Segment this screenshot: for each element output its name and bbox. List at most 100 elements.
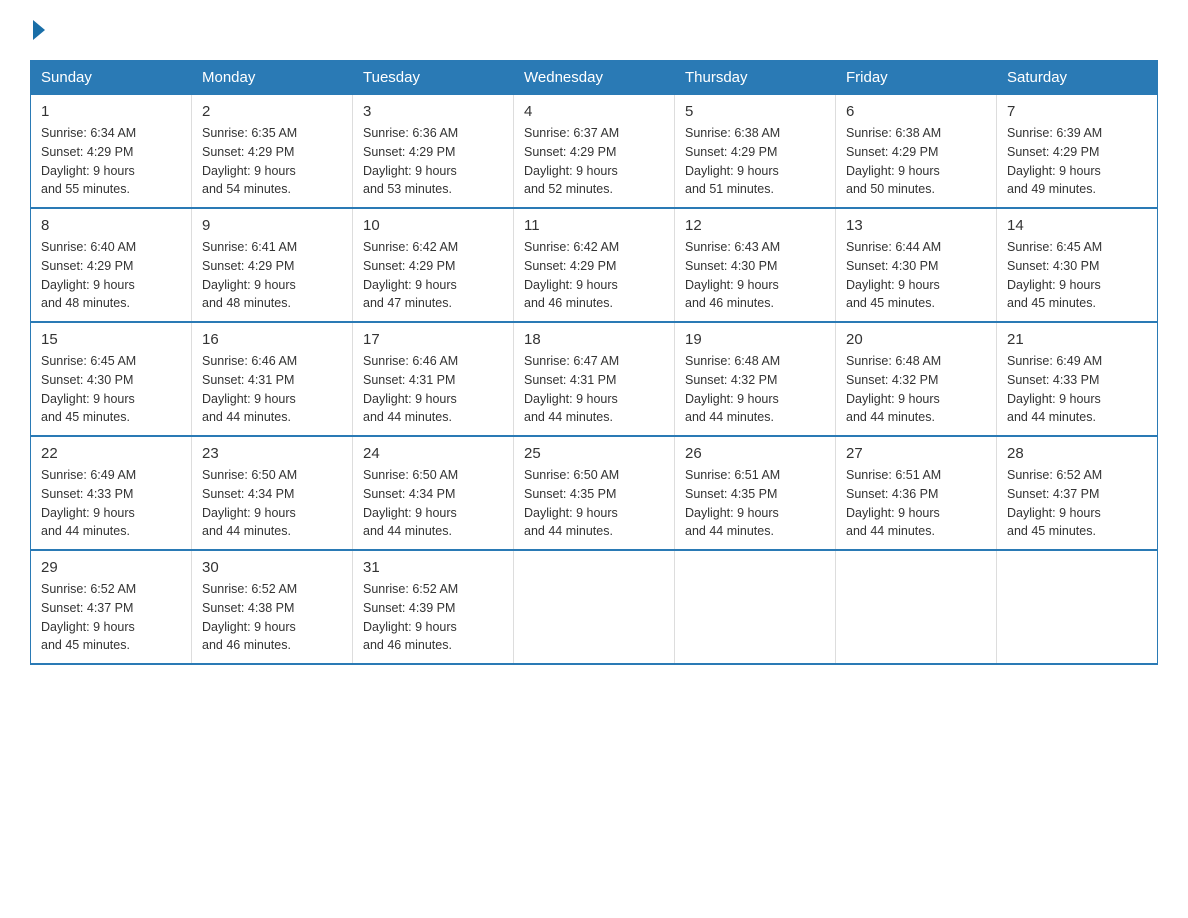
- logo-arrow-icon: [33, 20, 45, 40]
- calendar-cell: 29 Sunrise: 6:52 AM Sunset: 4:37 PM Dayl…: [31, 550, 192, 664]
- calendar-cell: 23 Sunrise: 6:50 AM Sunset: 4:34 PM Dayl…: [192, 436, 353, 550]
- day-number: 17: [363, 331, 503, 348]
- calendar-cell: 20 Sunrise: 6:48 AM Sunset: 4:32 PM Dayl…: [836, 322, 997, 436]
- day-number: 29: [41, 559, 181, 576]
- calendar-cell: 5 Sunrise: 6:38 AM Sunset: 4:29 PM Dayli…: [675, 95, 836, 209]
- day-info: Sunrise: 6:50 AM Sunset: 4:34 PM Dayligh…: [363, 466, 503, 541]
- day-info: Sunrise: 6:42 AM Sunset: 4:29 PM Dayligh…: [524, 238, 664, 313]
- calendar-cell: 24 Sunrise: 6:50 AM Sunset: 4:34 PM Dayl…: [353, 436, 514, 550]
- day-info: Sunrise: 6:36 AM Sunset: 4:29 PM Dayligh…: [363, 124, 503, 199]
- calendar-cell: 21 Sunrise: 6:49 AM Sunset: 4:33 PM Dayl…: [997, 322, 1158, 436]
- day-info: Sunrise: 6:51 AM Sunset: 4:36 PM Dayligh…: [846, 466, 986, 541]
- day-number: 9: [202, 217, 342, 234]
- day-number: 4: [524, 103, 664, 120]
- day-info: Sunrise: 6:43 AM Sunset: 4:30 PM Dayligh…: [685, 238, 825, 313]
- col-tuesday: Tuesday: [353, 61, 514, 95]
- calendar-cell: 14 Sunrise: 6:45 AM Sunset: 4:30 PM Dayl…: [997, 208, 1158, 322]
- day-number: 26: [685, 445, 825, 462]
- day-info: Sunrise: 6:38 AM Sunset: 4:29 PM Dayligh…: [685, 124, 825, 199]
- col-sunday: Sunday: [31, 61, 192, 95]
- calendar-cell: 11 Sunrise: 6:42 AM Sunset: 4:29 PM Dayl…: [514, 208, 675, 322]
- day-number: 14: [1007, 217, 1147, 234]
- day-number: 16: [202, 331, 342, 348]
- calendar-cell: 25 Sunrise: 6:50 AM Sunset: 4:35 PM Dayl…: [514, 436, 675, 550]
- day-number: 30: [202, 559, 342, 576]
- day-info: Sunrise: 6:46 AM Sunset: 4:31 PM Dayligh…: [202, 352, 342, 427]
- calendar-header-row: Sunday Monday Tuesday Wednesday Thursday…: [31, 61, 1158, 95]
- col-saturday: Saturday: [997, 61, 1158, 95]
- day-number: 12: [685, 217, 825, 234]
- day-info: Sunrise: 6:38 AM Sunset: 4:29 PM Dayligh…: [846, 124, 986, 199]
- calendar-cell: 27 Sunrise: 6:51 AM Sunset: 4:36 PM Dayl…: [836, 436, 997, 550]
- calendar-cell: 12 Sunrise: 6:43 AM Sunset: 4:30 PM Dayl…: [675, 208, 836, 322]
- calendar-cell: 1 Sunrise: 6:34 AM Sunset: 4:29 PM Dayli…: [31, 95, 192, 209]
- col-thursday: Thursday: [675, 61, 836, 95]
- day-number: 25: [524, 445, 664, 462]
- calendar-cell: 26 Sunrise: 6:51 AM Sunset: 4:35 PM Dayl…: [675, 436, 836, 550]
- day-info: Sunrise: 6:46 AM Sunset: 4:31 PM Dayligh…: [363, 352, 503, 427]
- day-number: 8: [41, 217, 181, 234]
- calendar-cell: 28 Sunrise: 6:52 AM Sunset: 4:37 PM Dayl…: [997, 436, 1158, 550]
- calendar-table: Sunday Monday Tuesday Wednesday Thursday…: [30, 60, 1158, 665]
- day-number: 18: [524, 331, 664, 348]
- calendar-week-row: 1 Sunrise: 6:34 AM Sunset: 4:29 PM Dayli…: [31, 95, 1158, 209]
- calendar-cell: 22 Sunrise: 6:49 AM Sunset: 4:33 PM Dayl…: [31, 436, 192, 550]
- day-number: 21: [1007, 331, 1147, 348]
- calendar-week-row: 22 Sunrise: 6:49 AM Sunset: 4:33 PM Dayl…: [31, 436, 1158, 550]
- calendar-cell: [675, 550, 836, 664]
- day-info: Sunrise: 6:42 AM Sunset: 4:29 PM Dayligh…: [363, 238, 503, 313]
- day-info: Sunrise: 6:34 AM Sunset: 4:29 PM Dayligh…: [41, 124, 181, 199]
- day-number: 5: [685, 103, 825, 120]
- calendar-cell: 31 Sunrise: 6:52 AM Sunset: 4:39 PM Dayl…: [353, 550, 514, 664]
- day-info: Sunrise: 6:50 AM Sunset: 4:34 PM Dayligh…: [202, 466, 342, 541]
- day-info: Sunrise: 6:52 AM Sunset: 4:37 PM Dayligh…: [1007, 466, 1147, 541]
- day-info: Sunrise: 6:47 AM Sunset: 4:31 PM Dayligh…: [524, 352, 664, 427]
- day-number: 6: [846, 103, 986, 120]
- day-number: 24: [363, 445, 503, 462]
- col-wednesday: Wednesday: [514, 61, 675, 95]
- day-info: Sunrise: 6:45 AM Sunset: 4:30 PM Dayligh…: [41, 352, 181, 427]
- calendar-cell: 3 Sunrise: 6:36 AM Sunset: 4:29 PM Dayli…: [353, 95, 514, 209]
- day-info: Sunrise: 6:44 AM Sunset: 4:30 PM Dayligh…: [846, 238, 986, 313]
- day-number: 22: [41, 445, 181, 462]
- day-info: Sunrise: 6:51 AM Sunset: 4:35 PM Dayligh…: [685, 466, 825, 541]
- calendar-week-row: 29 Sunrise: 6:52 AM Sunset: 4:37 PM Dayl…: [31, 550, 1158, 664]
- day-info: Sunrise: 6:52 AM Sunset: 4:38 PM Dayligh…: [202, 580, 342, 655]
- day-number: 31: [363, 559, 503, 576]
- day-info: Sunrise: 6:45 AM Sunset: 4:30 PM Dayligh…: [1007, 238, 1147, 313]
- day-number: 10: [363, 217, 503, 234]
- calendar-cell: 18 Sunrise: 6:47 AM Sunset: 4:31 PM Dayl…: [514, 322, 675, 436]
- day-info: Sunrise: 6:49 AM Sunset: 4:33 PM Dayligh…: [1007, 352, 1147, 427]
- col-monday: Monday: [192, 61, 353, 95]
- page-header: [30, 20, 1158, 40]
- day-info: Sunrise: 6:37 AM Sunset: 4:29 PM Dayligh…: [524, 124, 664, 199]
- day-number: 11: [524, 217, 664, 234]
- day-info: Sunrise: 6:39 AM Sunset: 4:29 PM Dayligh…: [1007, 124, 1147, 199]
- logo: [30, 20, 45, 40]
- day-info: Sunrise: 6:52 AM Sunset: 4:39 PM Dayligh…: [363, 580, 503, 655]
- day-info: Sunrise: 6:40 AM Sunset: 4:29 PM Dayligh…: [41, 238, 181, 313]
- col-friday: Friday: [836, 61, 997, 95]
- calendar-cell: 13 Sunrise: 6:44 AM Sunset: 4:30 PM Dayl…: [836, 208, 997, 322]
- day-number: 15: [41, 331, 181, 348]
- calendar-cell: 8 Sunrise: 6:40 AM Sunset: 4:29 PM Dayli…: [31, 208, 192, 322]
- day-info: Sunrise: 6:49 AM Sunset: 4:33 PM Dayligh…: [41, 466, 181, 541]
- calendar-cell: 2 Sunrise: 6:35 AM Sunset: 4:29 PM Dayli…: [192, 95, 353, 209]
- calendar-cell: 10 Sunrise: 6:42 AM Sunset: 4:29 PM Dayl…: [353, 208, 514, 322]
- calendar-cell: 30 Sunrise: 6:52 AM Sunset: 4:38 PM Dayl…: [192, 550, 353, 664]
- day-number: 1: [41, 103, 181, 120]
- calendar-week-row: 8 Sunrise: 6:40 AM Sunset: 4:29 PM Dayli…: [31, 208, 1158, 322]
- day-info: Sunrise: 6:52 AM Sunset: 4:37 PM Dayligh…: [41, 580, 181, 655]
- day-number: 13: [846, 217, 986, 234]
- day-number: 7: [1007, 103, 1147, 120]
- calendar-cell: 9 Sunrise: 6:41 AM Sunset: 4:29 PM Dayli…: [192, 208, 353, 322]
- day-info: Sunrise: 6:50 AM Sunset: 4:35 PM Dayligh…: [524, 466, 664, 541]
- calendar-cell: [514, 550, 675, 664]
- day-info: Sunrise: 6:48 AM Sunset: 4:32 PM Dayligh…: [685, 352, 825, 427]
- day-number: 20: [846, 331, 986, 348]
- day-number: 23: [202, 445, 342, 462]
- calendar-cell: 15 Sunrise: 6:45 AM Sunset: 4:30 PM Dayl…: [31, 322, 192, 436]
- day-number: 3: [363, 103, 503, 120]
- day-number: 2: [202, 103, 342, 120]
- day-number: 19: [685, 331, 825, 348]
